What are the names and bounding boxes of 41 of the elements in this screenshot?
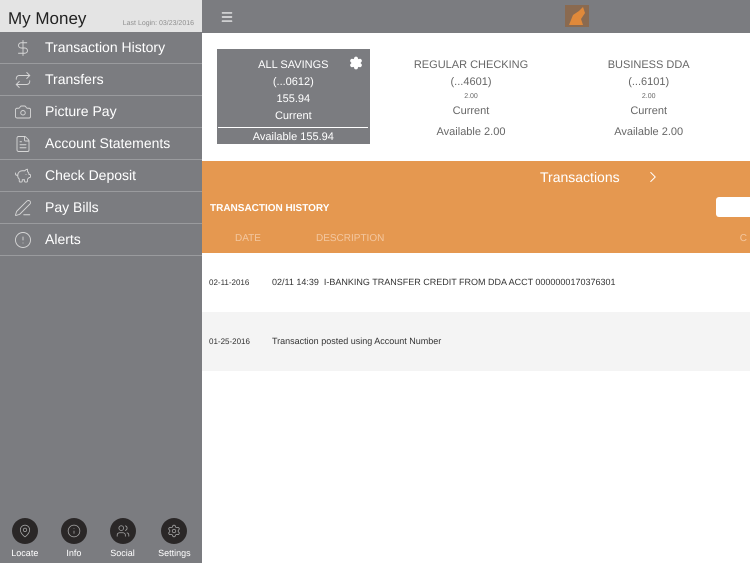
search-field[interactable] <box>716 197 750 217</box>
account-name: REGULAR CHECKING <box>414 58 528 73</box>
camera-icon <box>14 102 32 120</box>
account-name: ALL SAVINGS <box>258 58 328 73</box>
account-number: (...4601) <box>450 75 492 90</box>
alert-icon <box>14 230 32 248</box>
account-status: Current <box>630 104 668 119</box>
transaction-description: Transaction posted using Account Number <box>272 334 442 348</box>
account-number: (...6101) <box>628 75 670 90</box>
account-balance: 155.94 <box>276 92 310 107</box>
menu-item[interactable]: Transfers <box>0 64 202 96</box>
available-balance: Available 2.00 <box>614 125 684 140</box>
account-status: Current <box>274 109 312 124</box>
transaction-description: 02/11 14:39 I-BANKING TRANSFER CREDIT FROM DDA ACCT 0000000170376301 <box>272 276 616 289</box>
panel-title: Transactions <box>540 168 620 186</box>
transaction-row[interactable]: 01-25-2016 Transaction posted using Account Number <box>202 312 750 371</box>
transaction-date: 02-11-2016 <box>209 276 250 288</box>
arrows-icon <box>14 70 32 88</box>
pen-icon <box>14 198 32 216</box>
footer-button[interactable]: Info <box>60 518 87 560</box>
transaction-date: 01-25-2016 <box>209 336 251 348</box>
available-balance: Available 155.94 <box>252 130 334 145</box>
menu-item[interactable]: Transaction History <box>0 32 202 64</box>
menu-item[interactable]: Picture Pay <box>0 96 202 128</box>
footer-button[interactable]: Settings <box>158 518 191 560</box>
footer-button[interactable]: Locate <box>11 518 38 560</box>
menu-item[interactable]: Account Statements <box>0 128 202 160</box>
menu-icon[interactable] <box>220 10 234 24</box>
section-title: TRANSACTION HISTORY <box>210 202 330 216</box>
column-header: DESCRIPTION <box>316 232 386 246</box>
column-header: DATE <box>235 232 262 246</box>
available-balance: Available 2.00 <box>436 125 506 140</box>
piggy-bank-icon <box>14 166 32 184</box>
account-status: Current <box>452 104 490 119</box>
document-icon <box>14 134 32 152</box>
footer-button[interactable]: Social <box>110 518 136 560</box>
sidebar-title: My Money <box>8 10 86 27</box>
account-card[interactable]: ALL SAVINGS (...0612) 155.94 Current Available 155.94 <box>217 49 370 144</box>
account-number: (...0612) <box>272 75 314 90</box>
column-header: C <box>740 232 747 246</box>
account-name: BUSINESS DDA <box>608 58 690 73</box>
